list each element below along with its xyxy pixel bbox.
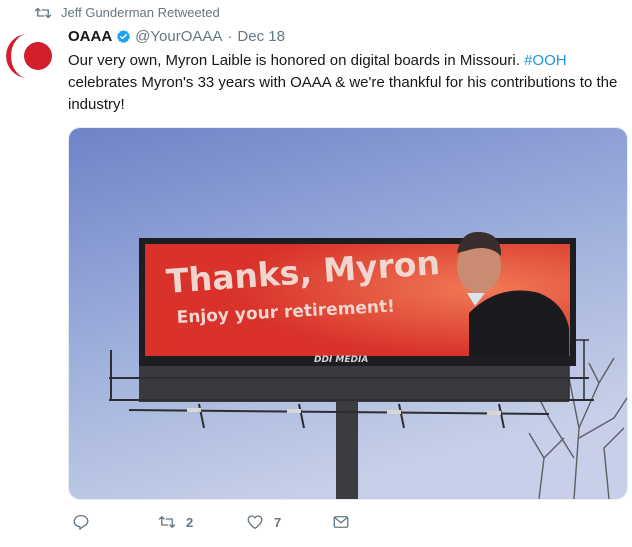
author-handle[interactable]: @YourOAAA — [135, 28, 222, 45]
like-button[interactable]: 7 — [246, 513, 281, 531]
tweet-text-part1: Our very own, Myron Laible is honored on… — [68, 52, 525, 69]
retweet-icon — [34, 7, 52, 18]
tweet-date[interactable]: Dec 18 — [237, 28, 285, 45]
retweet-icon — [158, 516, 176, 528]
verified-badge-icon — [116, 29, 131, 44]
reply-icon — [73, 514, 89, 530]
like-count: 7 — [274, 514, 282, 530]
tweet-media-photo[interactable]: Thanks, Myron Enjoy your retirement! DDI… — [68, 127, 628, 500]
header-separator: · — [227, 28, 233, 45]
hashtag-link[interactable]: #OOH — [524, 52, 567, 69]
oaaa-logo — [6, 31, 56, 81]
avatar[interactable] — [6, 31, 56, 81]
retweet-button[interactable]: 2 — [158, 513, 193, 531]
reply-button[interactable] — [72, 513, 100, 531]
heart-icon — [247, 515, 263, 530]
vendor-logo: DDI MEDIA — [314, 355, 368, 365]
retweet-banner[interactable]: Jeff Gunderman Retweeted — [34, 5, 220, 20]
envelope-icon — [333, 516, 349, 528]
tweet-text: Our very own, Myron Laible is honored on… — [68, 50, 620, 116]
direct-message-button[interactable] — [332, 513, 360, 531]
tweet-actions: 2 7 — [72, 513, 372, 535]
retweet-count: 2 — [186, 514, 194, 530]
tweet-header: OAAA @YourOAAA · Dec 18 — [68, 28, 285, 45]
author-name[interactable]: OAAA — [68, 28, 112, 45]
tweet-text-part2: celebrates Myron's 33 years with OAAA & … — [68, 74, 618, 113]
retweet-banner-text: Jeff Gunderman Retweeted — [61, 5, 220, 20]
